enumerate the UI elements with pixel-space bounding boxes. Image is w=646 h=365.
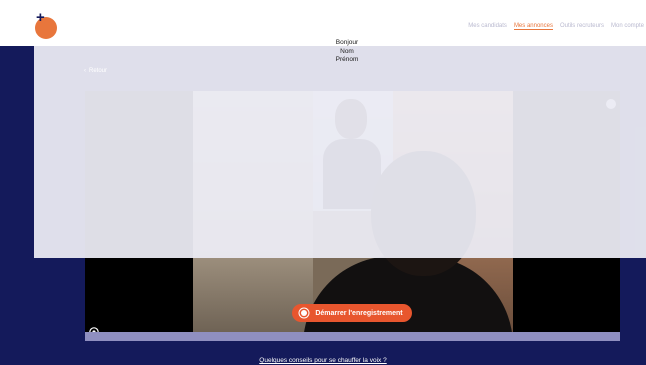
light-overlay-panel: ‹ Retour — [34, 46, 646, 258]
nav-item-annonces[interactable]: Mes annonces — [513, 23, 553, 30]
back-link-label: Retour — [89, 68, 108, 74]
back-link[interactable]: ‹ Retour — [84, 68, 107, 74]
voice-tips-link[interactable]: Quelques conseils pour se chauffer la vo… — [0, 357, 646, 364]
plus-icon: + — [36, 9, 45, 26]
greeting-firstname: Prénom — [335, 56, 359, 63]
nav-item-outils[interactable]: Outils recruteurs — [560, 23, 604, 30]
start-recording-button[interactable]: Démarrer l'enregistrement — [292, 304, 412, 322]
main-nav: Mes candidats Mes annonces Outils recrut… — [468, 23, 644, 30]
greeting-hello: Bonjour — [335, 39, 359, 46]
recording-timeline[interactable] — [85, 332, 620, 341]
nav-item-candidats[interactable]: Mes candidats — [468, 23, 507, 30]
record-icon — [301, 310, 308, 316]
nav-item-compte[interactable]: Mon compte — [611, 23, 644, 30]
start-recording-label: Démarrer l'enregistrement — [315, 309, 403, 317]
greeting-name: Nom — [340, 47, 354, 55]
greeting-tooltip: Bonjour Nom Prénom — [322, 39, 372, 65]
chevron-left-icon: ‹ — [84, 68, 86, 74]
